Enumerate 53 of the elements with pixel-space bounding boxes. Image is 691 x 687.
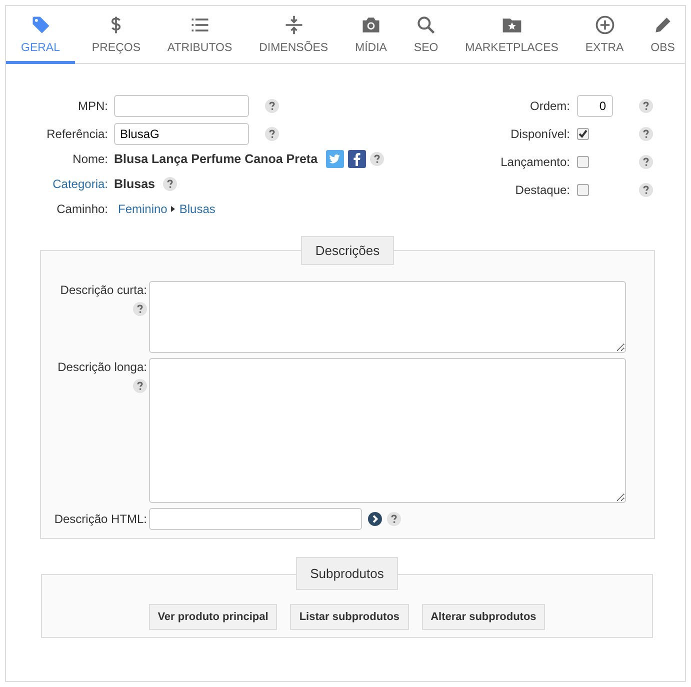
caret-icon: [171, 206, 176, 212]
help-icon[interactable]: [133, 302, 147, 316]
checkbox[interactable]: [577, 128, 589, 140]
help-icon[interactable]: [639, 126, 653, 140]
field-label: Nome:: [72, 152, 109, 166]
field-label: Destaque:: [514, 182, 571, 196]
help-icon[interactable]: [639, 182, 653, 196]
tab[interactable]: DIMENSÕES: [249, 6, 338, 64]
field-label-link[interactable]: Categoria:: [6, 176, 114, 190]
field-value: Blusas: [114, 176, 155, 190]
breadcrumb-link[interactable]: Blusas: [179, 202, 216, 216]
search-icon: [415, 14, 438, 36]
text-field[interactable]: BlusaG: [114, 122, 249, 144]
field-label: Descrição curta:: [60, 283, 147, 297]
field-label: MPN:: [77, 98, 109, 112]
text-field[interactable]: [149, 508, 362, 530]
action-button[interactable]: Listar subprodutos: [290, 604, 409, 630]
tab[interactable]: EXTRA: [575, 6, 634, 64]
field-value: Blusa Lança Perfume Canoa Preta: [114, 152, 318, 166]
tab[interactable]: SEO: [404, 6, 448, 64]
text-field[interactable]: [114, 94, 249, 116]
tab[interactable]: PREÇOS: [82, 6, 150, 64]
help-icon[interactable]: [639, 154, 653, 168]
help-icon[interactable]: [265, 126, 279, 140]
action-button[interactable]: Alterar subprodutos: [422, 604, 546, 630]
tab[interactable]: MÍDIA: [345, 6, 397, 64]
help-icon[interactable]: [387, 512, 401, 526]
field-label: Lançamento:: [500, 154, 571, 168]
action-button[interactable]: Ver produto principal: [148, 604, 278, 630]
tab[interactable]: MARKETPLACES: [455, 6, 568, 64]
field-label: Ordem:: [528, 98, 571, 112]
checkbox[interactable]: [577, 156, 589, 168]
field-label: Descrição HTML:: [54, 512, 147, 526]
help-icon[interactable]: [265, 98, 279, 112]
tab[interactable]: ATRIBUTOS: [157, 6, 242, 64]
checkbox[interactable]: [577, 184, 589, 196]
tab[interactable]: GERAL: [6, 6, 75, 64]
help-icon[interactable]: [639, 98, 653, 112]
plus-circle-icon: [594, 14, 616, 36]
field-label: Descrição longa:: [58, 360, 147, 374]
chevron-circle-icon[interactable]: [368, 512, 382, 526]
section-title: Descrições: [301, 236, 394, 265]
number-field[interactable]: 0: [577, 94, 613, 116]
help-icon[interactable]: [163, 176, 177, 190]
field-label: Disponível:: [510, 126, 571, 140]
section-title: Subprodutos: [296, 557, 398, 590]
help-icon[interactable]: [133, 379, 147, 393]
facebook-f-icon[interactable]: [348, 150, 366, 168]
field-label: Caminho:: [56, 202, 109, 216]
tab[interactable]: OBS: [640, 6, 685, 64]
help-icon[interactable]: [370, 152, 384, 166]
field-label: Referência:: [46, 126, 109, 140]
breadcrumb-link[interactable]: Feminino: [118, 202, 168, 216]
